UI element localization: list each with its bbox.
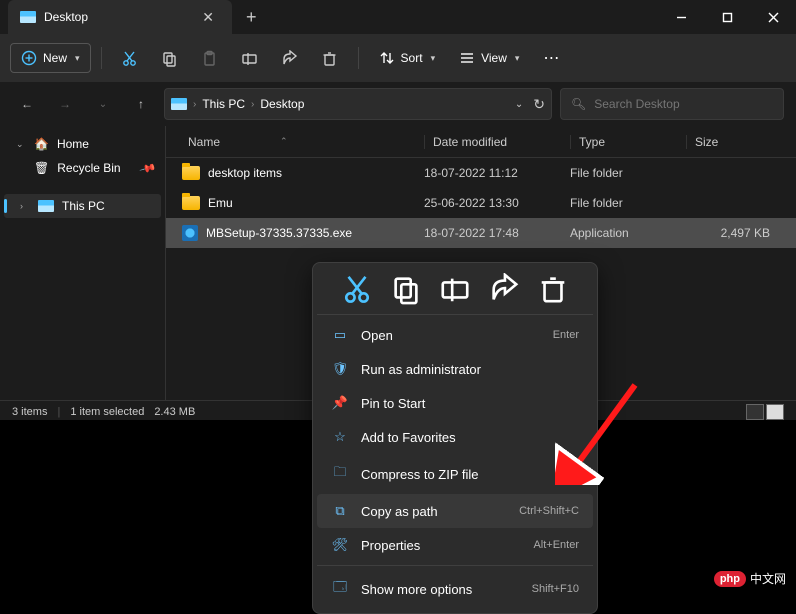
sidebar-recycle-bin[interactable]: 🗑 Recycle Bin 📌 [0, 156, 165, 180]
home-icon: 🏠 [34, 137, 49, 151]
view-button[interactable]: View ▾ [449, 44, 529, 72]
breadcrumb-item[interactable]: Desktop [260, 97, 304, 111]
toolbar: New ▾ Sort ▾ View ▾ ⋯ [0, 34, 796, 82]
pin-icon: 📌 [331, 395, 349, 411]
up-button[interactable]: ↑ [126, 89, 156, 119]
maximize-button[interactable] [704, 0, 750, 34]
column-headers[interactable]: Name⌃ Date modified Type Size [166, 126, 796, 158]
ctx-open[interactable]: ▭ Open Enter [317, 318, 593, 352]
selected-size: 2.43 MB [154, 406, 195, 418]
sort-button[interactable]: Sort ▾ [369, 44, 446, 72]
ctx-properties[interactable]: 🛠 Properties Alt+Enter [317, 528, 593, 562]
item-count: 3 items [12, 406, 47, 418]
search-icon: 🔍︎ [571, 97, 586, 111]
ctx-copy-as-path[interactable]: ⧉ Copy as path Ctrl+Shift+C [317, 494, 593, 528]
paste-button[interactable] [192, 42, 228, 74]
icons-view-button[interactable] [766, 404, 784, 420]
details-view-button[interactable] [746, 404, 764, 420]
zip-icon: 🗀 [331, 463, 349, 485]
ctx-cut-button[interactable] [341, 275, 373, 303]
breadcrumb-item[interactable]: This PC [202, 97, 245, 111]
sidebar-home[interactable]: ⌄ 🏠 Home [0, 132, 165, 156]
title-bar: Desktop ✕ + [0, 0, 796, 34]
sidebar-this-pc[interactable]: › This PC [4, 194, 161, 218]
minimize-button[interactable] [658, 0, 704, 34]
close-tab-button[interactable]: ✕ [196, 7, 220, 28]
folder-icon [182, 166, 200, 180]
address-dropdown[interactable]: ⌄ [515, 99, 523, 110]
pc-icon [38, 200, 54, 212]
folder-icon [182, 196, 200, 210]
new-button[interactable]: New ▾ [10, 43, 91, 73]
new-tab-button[interactable]: + [232, 7, 271, 28]
open-icon: ▭ [331, 327, 349, 343]
exe-icon [182, 225, 198, 241]
context-menu: ▭ Open Enter 🛡 Run as administrator 📌 Pi… [312, 262, 598, 614]
shield-icon: 🛡 [331, 361, 349, 377]
close-window-button[interactable] [750, 0, 796, 34]
delete-button[interactable] [312, 42, 348, 74]
ctx-show-more[interactable]: 🗔 Show more options Shift+F10 [317, 569, 593, 609]
cut-button[interactable] [112, 42, 148, 74]
ctx-run-admin[interactable]: 🛡 Run as administrator [317, 352, 593, 386]
file-row[interactable]: desktop items 18-07-2022 11:12 File fold… [166, 158, 796, 188]
desktop-icon [171, 98, 187, 110]
back-button[interactable]: ← [12, 89, 42, 119]
copy-button[interactable] [152, 42, 188, 74]
more-button[interactable]: ⋯ [533, 42, 569, 74]
search-input[interactable] [594, 97, 773, 111]
recycle-icon: 🗑 [34, 161, 49, 175]
refresh-button[interactable]: ↻ [533, 96, 545, 113]
tab[interactable]: Desktop ✕ [8, 0, 232, 34]
rename-button[interactable] [232, 42, 268, 74]
address-bar[interactable]: › This PC › Desktop ⌄ ↻ [164, 88, 552, 120]
forward-button[interactable]: → [50, 89, 80, 119]
selected-count: 1 item selected [70, 406, 144, 418]
recent-button[interactable]: ⌄ [88, 89, 118, 119]
ctx-delete-button[interactable] [537, 275, 569, 303]
tab-title: Desktop [44, 10, 188, 24]
ctx-compress-zip[interactable]: 🗀 Compress to ZIP file [317, 454, 593, 494]
pin-icon: 📌 [139, 159, 157, 177]
nav-row: ← → ⌄ ↑ › This PC › Desktop ⌄ ↻ 🔍︎ [0, 82, 796, 126]
properties-icon: 🛠 [331, 537, 349, 553]
file-row-selected[interactable]: MBSetup-37335.37335.exe 18-07-2022 17:48… [166, 218, 796, 248]
ctx-rename-button[interactable] [439, 275, 471, 303]
ctx-copy-button[interactable] [390, 275, 422, 303]
share-button[interactable] [272, 42, 308, 74]
sidebar: ⌄ 🏠 Home 🗑 Recycle Bin 📌 › This PC [0, 126, 166, 400]
ctx-pin-start[interactable]: 📌 Pin to Start [317, 386, 593, 420]
ctx-share-button[interactable] [488, 275, 520, 303]
copy-path-icon: ⧉ [331, 503, 349, 519]
sort-indicator: ⌃ [280, 136, 288, 147]
search-box[interactable]: 🔍︎ [560, 88, 784, 120]
star-icon: ☆ [331, 429, 349, 445]
ctx-add-favorites[interactable]: ☆ Add to Favorites [317, 420, 593, 454]
desktop-icon [20, 11, 36, 23]
file-row[interactable]: Emu 25-06-2022 13:30 File folder [166, 188, 796, 218]
watermark: php 中文网 [714, 570, 786, 587]
